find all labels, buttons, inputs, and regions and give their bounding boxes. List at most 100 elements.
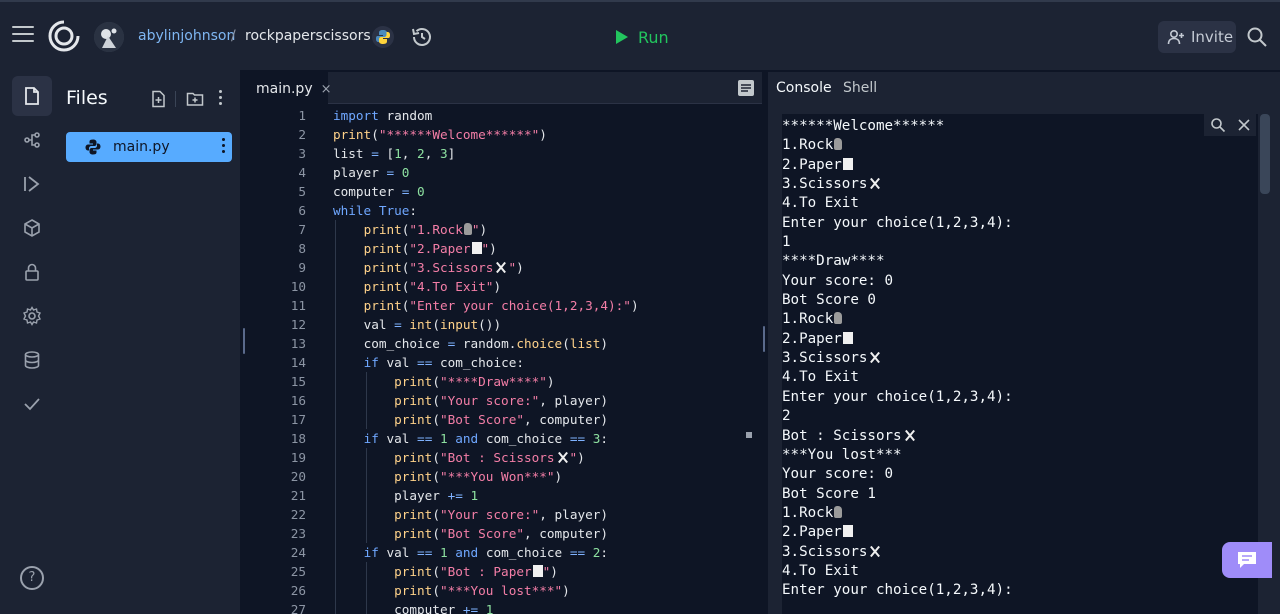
code-line[interactable]: print("3.Scissors ") (333, 258, 753, 277)
files-icon (25, 87, 39, 105)
console-line-text: 4.To Exit (782, 369, 859, 386)
rail-database[interactable] (12, 340, 52, 380)
files-menu-icon[interactable] (219, 90, 223, 108)
console-output[interactable]: ******Welcome****** 1.Rock 2.Paper 3.Scisso… (782, 114, 1258, 614)
rail-secrets[interactable] (12, 252, 52, 292)
line-number: 17 (290, 412, 306, 427)
console-line-text: 3.Scissors (782, 176, 868, 193)
code-line[interactable]: if val == 1 and com_choice == 3: (333, 429, 753, 448)
python-file-icon (85, 139, 101, 155)
splitter-right-grip[interactable] (763, 326, 765, 352)
console-line: 4.To Exit (782, 368, 1013, 387)
run-button[interactable]: Run (606, 23, 686, 51)
debugger-icon (24, 176, 40, 192)
code-line[interactable]: player = 0 (333, 163, 753, 182)
code-line[interactable]: print("1.Rock ") (333, 220, 753, 239)
code-line[interactable]: while True: (333, 201, 753, 220)
menu-icon[interactable] (12, 26, 34, 44)
console-line: 1.Rock (782, 136, 1013, 155)
code-line[interactable]: list = [1, 2, 3] (333, 144, 753, 163)
code-line[interactable]: player += 1 (333, 486, 753, 505)
code-line[interactable]: print("***You lost***") (333, 581, 753, 600)
console-line-text: 1.Rock (782, 137, 834, 154)
console-clear-icon[interactable] (1237, 118, 1251, 132)
rail-files[interactable] (12, 76, 52, 116)
console-line: Bot Score 0 (782, 291, 1013, 310)
code-line[interactable]: print("******Welcome******") (333, 125, 753, 144)
line-number: 18 (290, 431, 306, 446)
console-scrollbar[interactable] (1260, 114, 1270, 194)
help-icon[interactable]: ? (20, 566, 44, 590)
code-line[interactable]: computer += 1 (333, 600, 753, 614)
splitter-left-grip[interactable] (243, 328, 245, 354)
replit-logo-icon[interactable] (48, 20, 80, 52)
tab-label: main.py (256, 81, 313, 97)
code-line[interactable]: print("Your score:", player) (333, 505, 753, 524)
code-line[interactable]: print("4.To Exit") (333, 277, 753, 296)
editor-tab-bar: main.py × (248, 72, 762, 104)
chat-icon (1238, 552, 1256, 568)
console-line-text: Your score: 0 (782, 466, 894, 483)
console-line: Bot : Scissors (782, 427, 1013, 446)
line-number: 12 (290, 317, 306, 332)
tab-close-icon[interactable]: × (321, 82, 332, 97)
line-number: 26 (290, 583, 306, 598)
invite-button[interactable]: Invite (1158, 21, 1236, 53)
console-line: 4.To Exit (782, 562, 1013, 581)
file-item-menu-icon[interactable] (222, 138, 226, 156)
line-number: 13 (290, 336, 306, 351)
format-icon[interactable] (738, 80, 754, 96)
feedback-button[interactable] (1222, 542, 1272, 578)
breadcrumb-username[interactable]: abylinjohnson (138, 28, 235, 44)
rail-checks[interactable] (12, 384, 52, 424)
file-item-main-py[interactable]: main.py (66, 132, 232, 162)
new-folder-icon[interactable] (186, 90, 204, 108)
code-line[interactable]: print("****Draw****") (333, 372, 753, 391)
play-icon (616, 30, 628, 44)
check-icon (24, 398, 40, 411)
code-line[interactable]: computer = 0 (333, 182, 753, 201)
avatar[interactable] (94, 22, 124, 52)
code-line[interactable]: import random (333, 106, 753, 125)
files-panel: Files main.py (56, 70, 242, 614)
line-number: 15 (290, 374, 306, 389)
search-icon[interactable] (1246, 26, 1268, 48)
code-line[interactable]: val = int(input()) (333, 315, 753, 334)
code-line[interactable]: print("Bot Score", computer) (333, 524, 753, 543)
scissors-emoji-icon (868, 545, 882, 557)
code-line[interactable]: print("Bot : Paper ") (333, 562, 753, 581)
git-icon (24, 132, 40, 148)
console-search-icon[interactable] (1210, 117, 1226, 133)
console-line-text: 1.Rock (782, 504, 834, 521)
console-line-text: 4.To Exit (782, 562, 859, 579)
line-number-gutter: 1 2 3 4 5 6 7 8 9 10 11 12 13 14 15 16 17 18 19 20 21 22 23 24 2… (248, 106, 308, 614)
code-line[interactable]: print("2.Paper ") (333, 239, 753, 258)
console-line: Enter your choice(1,2,3,4): (782, 214, 1013, 233)
code-line[interactable]: if val == com_choice: (333, 353, 753, 372)
code-line[interactable]: print("Bot Score", computer) (333, 410, 753, 429)
rail-settings[interactable] (12, 296, 52, 336)
console-line-text: 2.Paper (782, 524, 842, 541)
console-line-text: Bot : Scissors (782, 427, 902, 444)
console-line-text: Bot Score 0 (782, 292, 876, 309)
rail-git[interactable] (12, 120, 52, 160)
breadcrumb-repl-name[interactable]: rockpaperscissors (245, 28, 371, 44)
new-file-icon[interactable] (150, 90, 168, 108)
code-line[interactable]: print("Bot : Scissors ") (333, 448, 753, 467)
tab-shell[interactable]: Shell (843, 80, 877, 96)
code-line[interactable]: print("Your score:", player) (333, 391, 753, 410)
rail-packages[interactable] (12, 208, 52, 248)
console-line-text: 2.Paper (782, 156, 842, 173)
console-line: ***You lost*** (782, 446, 1013, 465)
code-line[interactable]: print("***You Won***") (333, 467, 753, 486)
tab-main-py[interactable]: main.py × (248, 72, 332, 104)
history-icon[interactable] (410, 25, 434, 49)
console-line: Enter your choice(1,2,3,4): (782, 581, 1013, 600)
code-line[interactable]: com_choice = random.choice(list) (333, 334, 753, 353)
tab-console[interactable]: Console (776, 80, 832, 96)
code-area[interactable]: 1 2 3 4 5 6 7 8 9 10 11 12 13 14 15 16 17 18 19 20 21 22 23 24 2… (248, 104, 762, 614)
code-line[interactable]: if val == 1 and com_choice == 2: (333, 543, 753, 562)
rail-debugger[interactable] (12, 164, 52, 204)
code-line[interactable]: print("Enter your choice(1,2,3,4):") (333, 296, 753, 315)
code-lines[interactable]: import random print("******Welcome******"… (333, 106, 753, 614)
